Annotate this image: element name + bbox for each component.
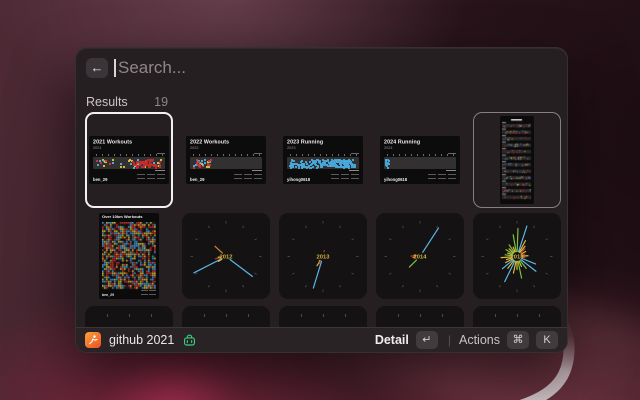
poster-username: yihong0618 <box>287 178 310 182</box>
poster-title: 2022 Workouts <box>190 139 229 145</box>
result-card-over-10km[interactable]: Over 10km Workouts ben_29 <box>85 213 173 299</box>
footer-divider: | <box>448 333 451 347</box>
svg-text:2013: 2013 <box>317 254 331 260</box>
poster-stats <box>139 288 156 296</box>
runner-icon <box>87 334 99 346</box>
poster-username: ben_29 <box>190 178 204 182</box>
result-card-2022[interactable]: 2022 Workouts 2022 ben_29 <box>182 112 270 208</box>
result-card-2013[interactable]: 2013 <box>279 213 367 299</box>
footer-bar: github 2021 Detail ↵ | Actions ⌘ K <box>76 327 567 352</box>
back-arrow-icon: ← <box>91 60 104 75</box>
poster-title: 2024 Running <box>384 139 420 145</box>
poster-title: 2021 Workouts <box>93 139 132 145</box>
cmd-key-icon[interactable]: ⌘ <box>507 331 529 349</box>
poster-username: yihong0618 <box>384 178 407 182</box>
wallpaper-pink-blob <box>104 355 244 400</box>
poster-stats <box>327 169 359 181</box>
svg-text:2014: 2014 <box>414 254 428 260</box>
poster-total-label <box>157 153 165 155</box>
poster-total-label <box>254 153 262 155</box>
poster-title: Over 10km Workouts <box>102 215 143 219</box>
heatmap-strip <box>190 157 262 169</box>
radial-year-chart: 2012 <box>182 215 270 298</box>
workout-poster-thumbnail: 2021 Workouts 2021 ben_29 <box>89 136 169 184</box>
gym-bag-icon <box>182 333 197 348</box>
workout-poster-thumbnail: 2023 Running 2023 yihong0618 <box>283 136 363 184</box>
over-10km-poster: Over 10km Workouts ben_29 <box>99 213 159 299</box>
actions-label[interactable]: Actions <box>459 333 500 347</box>
poster-subtitle: 2022 <box>190 146 199 150</box>
poster-total-label <box>448 153 456 155</box>
heatmap-strip <box>287 157 359 169</box>
result-card-2023[interactable]: 2023 Running 2023 yihong0618 <box>279 112 367 208</box>
poster-subtitle: 2024 <box>384 146 393 150</box>
heatmap-strip <box>93 157 165 169</box>
radial-year-chart: 2013 <box>279 215 367 298</box>
heatmap-strip <box>384 157 456 169</box>
k-key-icon[interactable]: K <box>536 331 558 349</box>
extension-icon <box>85 332 101 348</box>
search-input[interactable]: Search... <box>118 58 186 78</box>
back-button[interactable]: ← <box>86 58 108 78</box>
text-caret <box>114 59 116 77</box>
results-row-2: Over 10km Workouts ben_29 2012 2013 2014 20… <box>76 213 567 299</box>
radial-year-chart: 2018 <box>473 215 561 298</box>
result-card-2021[interactable]: 2021 Workouts 2021 ben_29 <box>85 112 173 208</box>
radial-year-chart: 2014 <box>376 215 464 298</box>
result-card-2012[interactable]: 2012 <box>182 213 270 299</box>
svg-text:2012: 2012 <box>220 254 233 260</box>
poster-subtitle: 2021 <box>93 146 102 150</box>
multi-year-poster-thumbnail <box>500 116 534 204</box>
result-card-2014[interactable]: 2014 <box>376 213 464 299</box>
workout-poster-thumbnail: 2024 Running 2024 yihong0618 <box>380 136 460 184</box>
poster-username: ben_29 <box>93 178 107 182</box>
results-count: 19 <box>154 95 168 109</box>
desktop: { "search": { "placeholder": "Search..."… <box>0 0 640 400</box>
poster-subtitle: 2023 <box>287 146 296 150</box>
results-row-1: 2021 Workouts 2021 ben_29 2022 Workouts … <box>76 112 567 208</box>
search-window: ← Search... Results 19 2021 Workouts 202… <box>75 47 568 353</box>
svg-text:2018: 2018 <box>511 254 525 260</box>
poster-title: 2023 Running <box>287 139 323 145</box>
poster-total-label <box>351 153 359 155</box>
poster-stats <box>230 169 262 181</box>
search-header: ← Search... <box>76 48 567 90</box>
result-card-2024[interactable]: 2024 Running 2024 yihong0618 <box>376 112 464 208</box>
command-title: github 2021 <box>109 333 174 347</box>
results-header: Results 19 <box>86 95 168 109</box>
result-card-multi-year[interactable] <box>473 112 561 208</box>
results-label: Results <box>86 95 128 109</box>
result-card-2018[interactable]: 2018 <box>473 213 561 299</box>
poster-username: ben_29 <box>102 294 114 298</box>
detail-label[interactable]: Detail <box>375 333 409 347</box>
poster-stats <box>133 169 165 181</box>
enter-key-icon[interactable]: ↵ <box>416 331 438 349</box>
poster-stats <box>424 169 456 181</box>
workout-poster-thumbnail: 2022 Workouts 2022 ben_29 <box>186 136 266 184</box>
